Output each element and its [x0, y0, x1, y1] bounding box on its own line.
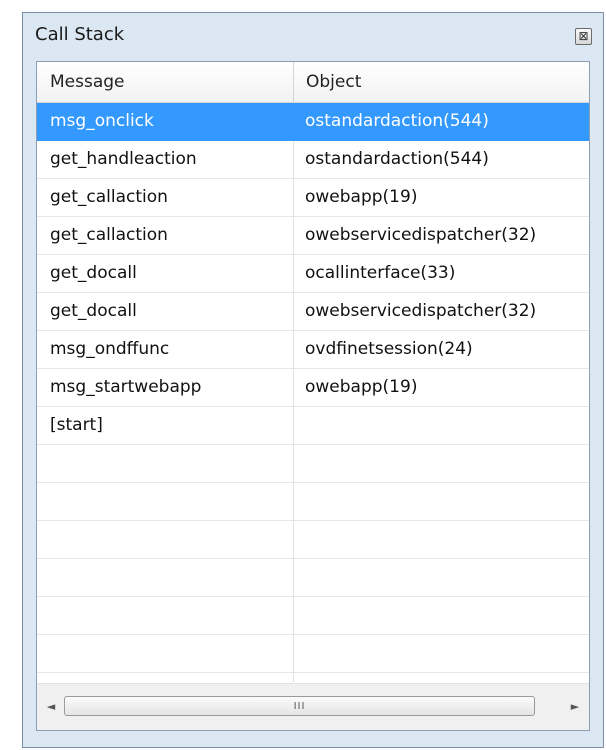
- message-cell: get_callaction: [50, 225, 168, 245]
- message-cell: [50, 483, 290, 520]
- scrollbar-thumb[interactable]: III: [64, 696, 535, 716]
- message-cell: msg_startwebapp: [50, 377, 202, 397]
- object-cell: ostandardaction(544): [305, 111, 489, 131]
- object-cell: [305, 407, 589, 444]
- object-cell: owebservicedispatcher(32): [305, 225, 537, 245]
- column-header-object[interactable]: Object: [293, 62, 589, 102]
- close-button[interactable]: ⊠: [575, 28, 592, 45]
- table-row[interactable]: [start]: [37, 407, 589, 445]
- table-row[interactable]: get_docall ocallinterface(33): [37, 255, 589, 293]
- column-header-message[interactable]: Message: [37, 62, 293, 102]
- message-cell: msg_onclick: [50, 111, 154, 131]
- table-row[interactable]: [37, 635, 589, 673]
- call-stack-window: Call Stack ⊠ Message Object msg_onclicko…: [22, 12, 604, 748]
- table-row[interactable]: [37, 445, 589, 483]
- message-cell: [50, 559, 290, 596]
- object-cell: ocallinterface(33): [305, 263, 456, 283]
- object-cell: [305, 445, 589, 482]
- object-cell: owebapp(19): [305, 377, 418, 397]
- message-cell: get_docall: [50, 301, 137, 321]
- message-cell: [50, 635, 290, 672]
- horizontal-scrollbar[interactable]: ◄ III ►: [37, 683, 589, 730]
- scroll-right-arrow-icon[interactable]: ►: [566, 698, 584, 716]
- table-row[interactable]: [37, 597, 589, 635]
- object-cell: [305, 559, 589, 596]
- message-cell: get_callaction: [50, 187, 168, 207]
- object-cell: ostandardaction(544): [305, 149, 489, 169]
- call-stack-table: Message Object msg_onclick ostandardactio…: [36, 61, 590, 731]
- object-cell: [305, 635, 589, 672]
- scroll-left-arrow-icon[interactable]: ◄: [42, 698, 60, 716]
- message-cell: get_docall: [50, 263, 137, 283]
- message-cell: msg_ondffunc: [50, 339, 170, 359]
- table-row[interactable]: msg_onclick ostandardaction(544): [37, 103, 589, 141]
- table-row[interactable]: get_callaction owebapp(19): [37, 179, 589, 217]
- table-header: Message Object: [37, 62, 589, 103]
- object-cell: [305, 483, 589, 520]
- table-row[interactable]: get_handleaction ostandardaction(544): [37, 141, 589, 179]
- close-icon: ⊠: [578, 29, 589, 43]
- message-cell: [start]: [50, 415, 103, 435]
- window-title: Call Stack: [35, 24, 125, 45]
- object-cell: owebservicedispatcher(32): [305, 301, 537, 321]
- message-cell: [50, 445, 290, 482]
- table-row[interactable]: msg_startwebapp owebapp(19): [37, 369, 589, 407]
- object-cell: ovdfinetsession(24): [305, 339, 473, 359]
- message-cell: [50, 521, 290, 558]
- table-row[interactable]: [37, 483, 589, 521]
- title-bar: Call Stack ⊠: [23, 13, 603, 59]
- message-cell: [50, 597, 290, 634]
- table-row[interactable]: [37, 559, 589, 597]
- object-cell: [305, 597, 589, 634]
- grip-icon: III: [293, 701, 306, 712]
- table-row[interactable]: msg_ondffunc ovdfinetsession(24): [37, 331, 589, 369]
- object-cell: owebapp(19): [305, 187, 418, 207]
- table-row[interactable]: get_docall owebservicedispatcher(32): [37, 293, 589, 331]
- table-row[interactable]: [37, 521, 589, 559]
- table-row[interactable]: get_callaction owebservicedispatcher(32): [37, 217, 589, 255]
- message-cell: get_handleaction: [50, 149, 197, 169]
- table-body: msg_onclick ostandardaction(544) get_handl…: [37, 103, 589, 673]
- object-cell: [305, 521, 589, 558]
